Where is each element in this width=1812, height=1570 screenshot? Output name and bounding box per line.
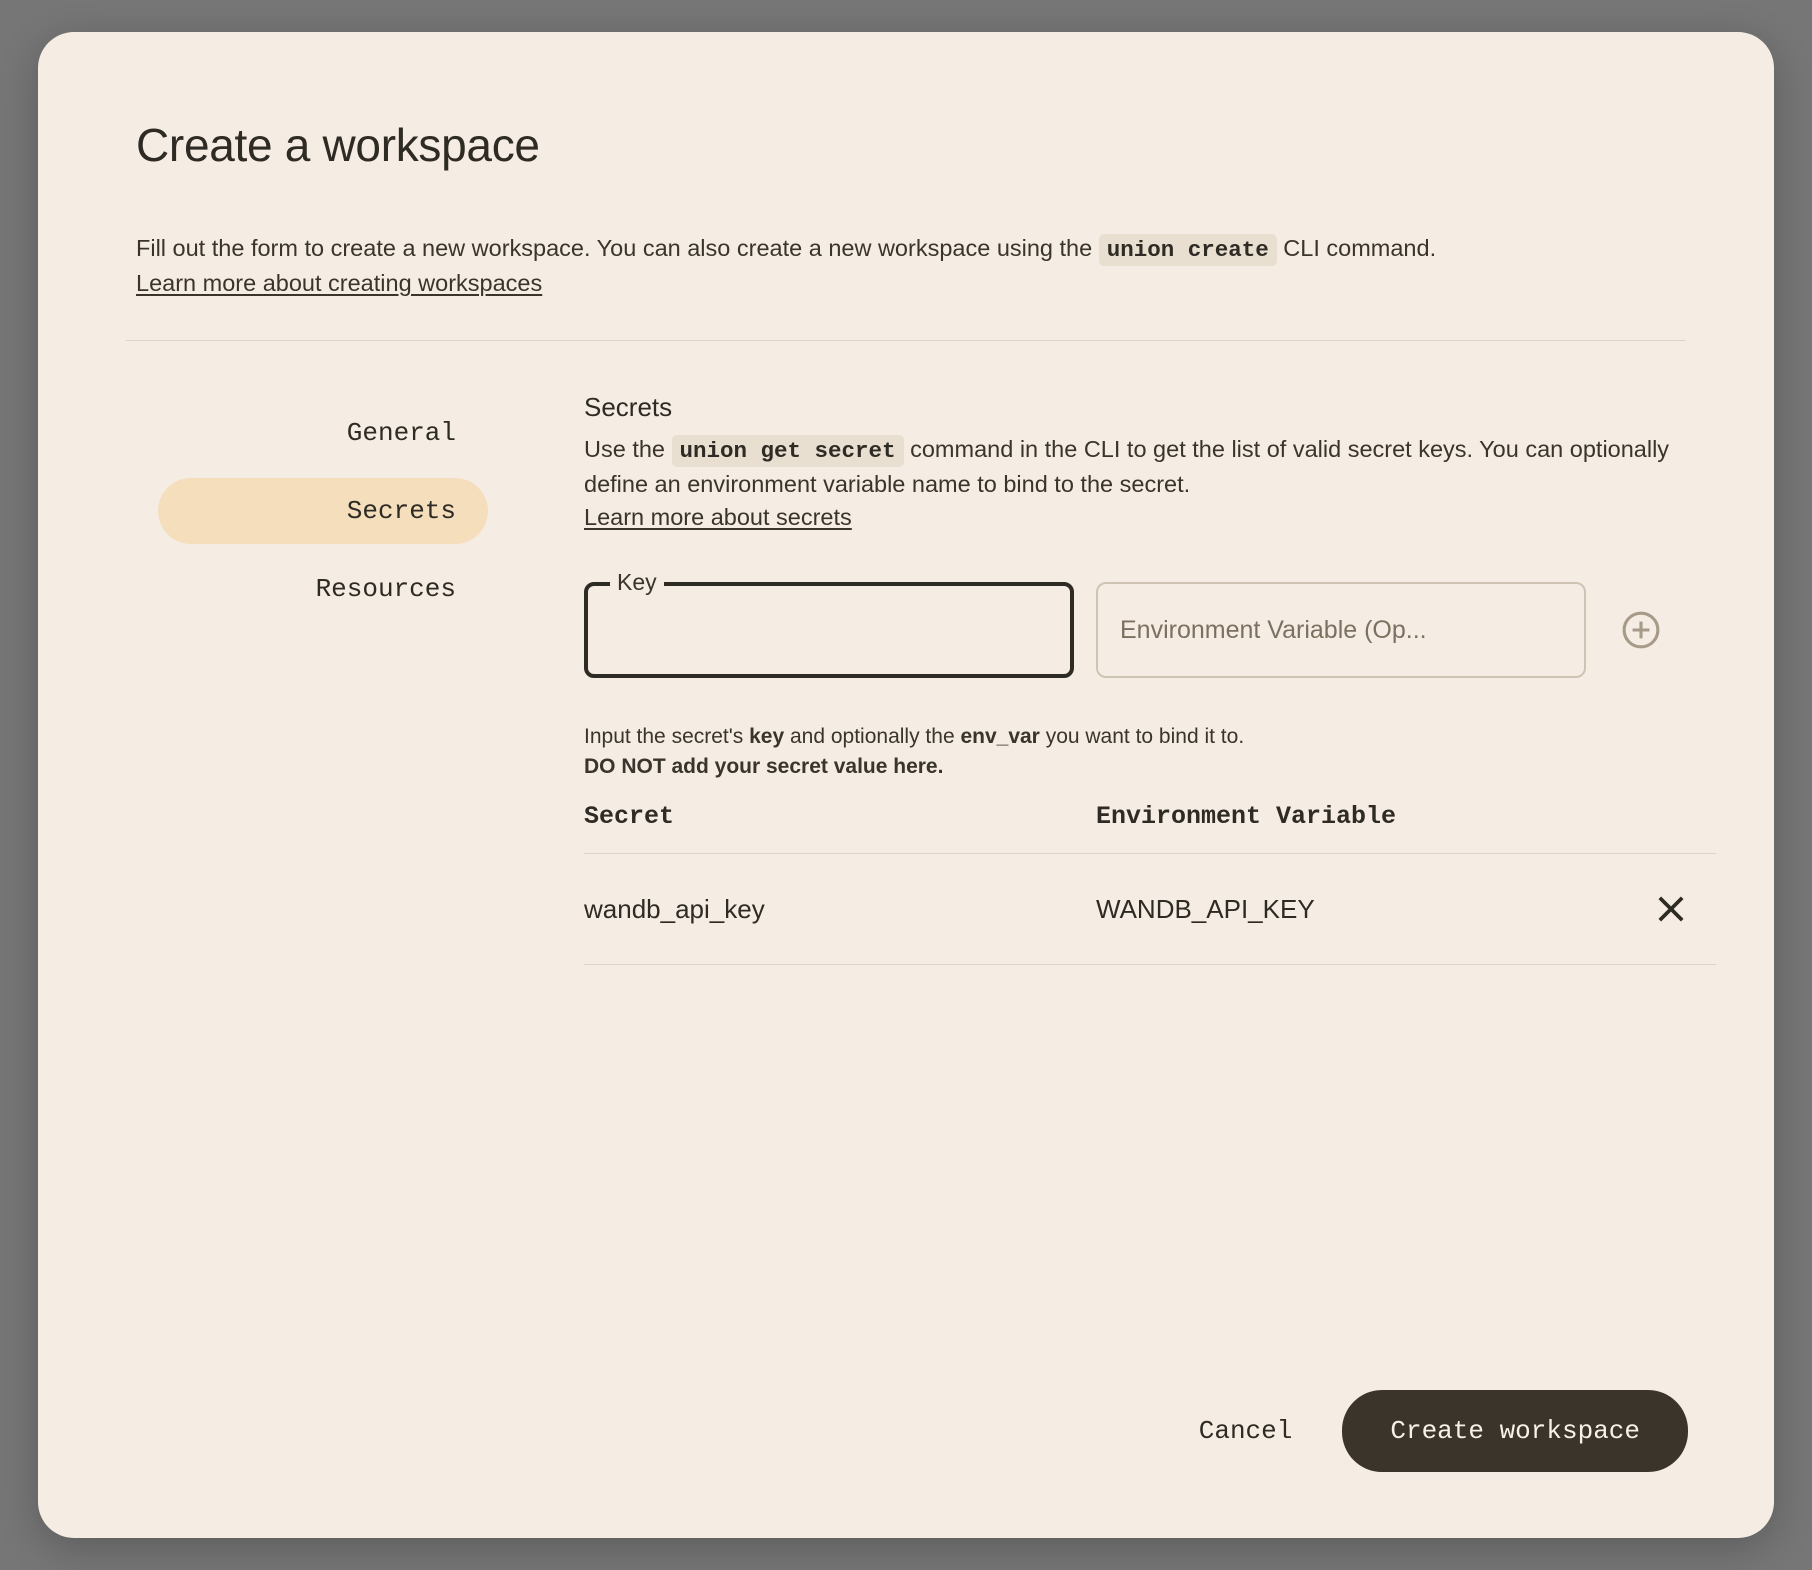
sidebar-item-secrets[interactable]: Secrets: [158, 478, 488, 544]
helper-warning-line: DO NOT add your secret value here.: [584, 752, 1244, 782]
page-title: Create a workspace: [136, 120, 540, 171]
close-icon: [1654, 892, 1688, 926]
sidebar-item-label: Resources: [316, 574, 456, 604]
dialog-description-text-1: Fill out the form to create a new worksp…: [136, 235, 1099, 261]
cell-secret-name: wandb_api_key: [584, 894, 1096, 925]
sidebar-item-label: Secrets: [347, 496, 456, 526]
sidebar-item-label: General: [347, 418, 456, 448]
helper-text-b: and optionally the: [784, 725, 960, 748]
learn-more-workspaces-link[interactable]: Learn more about creating workspaces: [136, 270, 542, 296]
header-divider: [126, 340, 1686, 341]
cancel-button[interactable]: Cancel: [1173, 1398, 1319, 1464]
secret-key-input[interactable]: [588, 586, 1070, 674]
settings-nav: General Secrets Resources: [158, 400, 488, 634]
cell-environment-variable: WANDB_API_KEY: [1096, 894, 1626, 925]
create-workspace-dialog: Create a workspace Fill out the form to …: [38, 32, 1774, 1538]
table-row: wandb_api_key WANDB_API_KEY: [584, 854, 1716, 965]
create-workspace-button[interactable]: Create workspace: [1342, 1390, 1688, 1472]
secrets-description-text-1: Use the: [584, 436, 672, 462]
add-secret-button[interactable]: [1618, 607, 1664, 653]
table-header-row: Secret Environment Variable: [584, 802, 1716, 854]
helper-text-a: Input the secret's: [584, 725, 749, 748]
sidebar-item-resources[interactable]: Resources: [158, 556, 488, 622]
secrets-table: Secret Environment Variable wandb_api_ke…: [584, 802, 1716, 965]
env-field-wrapper: [1096, 582, 1586, 678]
secrets-heading: Secrets: [584, 392, 1724, 423]
secrets-description: Use the union get secret command in the …: [584, 433, 1694, 535]
secret-helper-text: Input the secret's key and optionally th…: [584, 722, 1244, 783]
helper-key-term: key: [749, 725, 784, 748]
remove-secret-button[interactable]: [1626, 892, 1716, 926]
secret-entry-row: Key: [584, 582, 1664, 678]
union-create-code-chip: union create: [1099, 234, 1277, 266]
dialog-footer: Cancel Create workspace: [1173, 1390, 1688, 1472]
helper-text-c: you want to bind it to.: [1040, 725, 1244, 748]
dialog-description: Fill out the form to create a new worksp…: [136, 232, 1696, 300]
dialog-description-text-2: CLI command.: [1277, 235, 1436, 261]
key-field-wrapper: Key: [584, 582, 1074, 678]
sidebar-item-general[interactable]: General: [158, 400, 488, 466]
plus-circle-icon: [1619, 608, 1663, 652]
environment-variable-input[interactable]: [1098, 584, 1584, 676]
helper-envvar-term: env_var: [960, 725, 1039, 748]
column-header-secret: Secret: [584, 802, 1096, 831]
column-header-environment-variable: Environment Variable: [1096, 802, 1626, 831]
helper-line-1: Input the secret's key and optionally th…: [584, 722, 1244, 752]
union-get-secret-code-chip: union get secret: [672, 435, 904, 467]
key-field-label: Key: [610, 571, 664, 594]
learn-more-secrets-link[interactable]: Learn more about secrets: [584, 504, 852, 530]
secrets-panel: Secrets Use the union get secret command…: [584, 392, 1724, 535]
